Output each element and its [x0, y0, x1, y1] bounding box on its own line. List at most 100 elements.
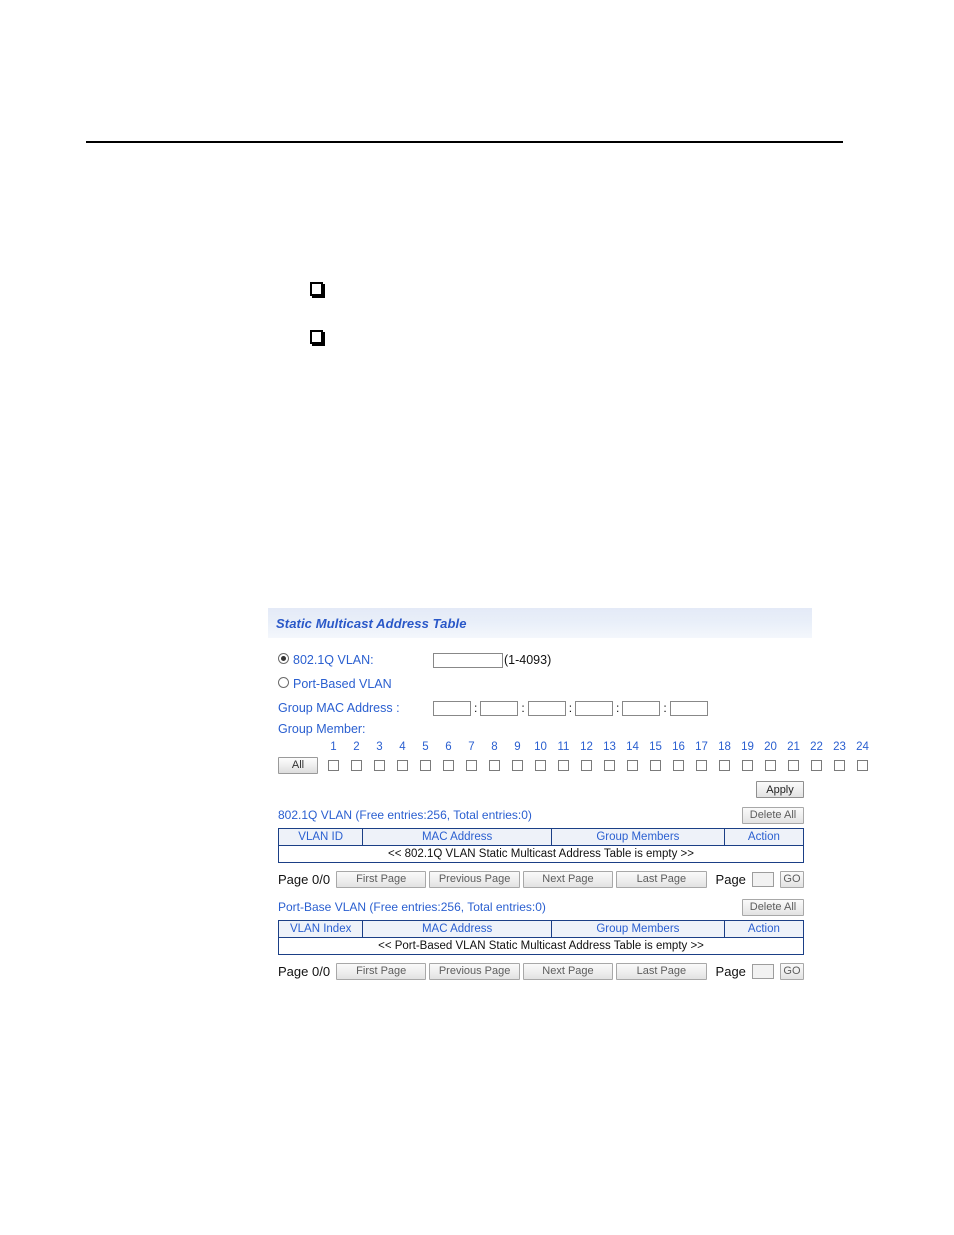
port-checkbox-23[interactable] — [834, 759, 845, 771]
port-number: 4 — [399, 741, 406, 753]
next-page-button-port-based[interactable]: Next Page — [522, 962, 614, 980]
port-checkbox-cell-21[interactable] — [782, 759, 805, 771]
port-checkbox-cell-12[interactable] — [575, 759, 598, 771]
port-checkbox-7[interactable] — [466, 759, 477, 771]
select-all-ports-button[interactable]: All — [278, 756, 318, 774]
port-number: 11 — [557, 741, 570, 753]
port-checkbox-cell-10[interactable] — [529, 759, 552, 771]
table-section-8021q: 802.1Q VLAN (Free entries:256, Total ent… — [268, 804, 812, 890]
table-empty-message-8021q: << 802.1Q VLAN Static Multicast Address … — [278, 845, 804, 863]
table-row: << Port-Based VLAN Static Multicast Addr… — [278, 937, 804, 955]
port-checkbox-cell-13[interactable] — [598, 759, 621, 771]
pagination-port-based: Page 0/0 First Page Previous Page Next P… — [278, 960, 805, 982]
port-checkbox-row: All — [278, 755, 868, 775]
port-checkbox-cell-2[interactable] — [345, 759, 368, 771]
mac-separator: : — [616, 701, 620, 715]
vlan-port-based-option[interactable]: Port-Based VLAN — [278, 677, 433, 691]
port-checkbox-10[interactable] — [535, 759, 546, 771]
port-checkbox-cell-9[interactable] — [506, 759, 529, 771]
go-button-port-based[interactable]: GO — [779, 962, 805, 980]
delete-all-button-port-based[interactable]: Delete All — [742, 898, 804, 916]
port-checkbox-cell-8[interactable] — [483, 759, 506, 771]
port-checkbox-19[interactable] — [742, 759, 753, 771]
port-checkbox-3[interactable] — [374, 759, 385, 771]
first-page-button-port-based[interactable]: First Page — [336, 962, 427, 980]
mac-octet-4[interactable] — [575, 700, 614, 716]
port-checkbox-cell-6[interactable] — [437, 759, 460, 771]
vlan-range-hint: (1-4093) — [504, 653, 552, 667]
port-checkbox-cell-18[interactable] — [713, 759, 736, 771]
port-checkbox-24[interactable] — [857, 759, 868, 771]
page-number-input-8021q[interactable] — [751, 871, 774, 887]
port-checkbox-12[interactable] — [581, 759, 592, 771]
port-checkbox-cell-15[interactable] — [644, 759, 667, 771]
port-checkbox-18[interactable] — [719, 759, 730, 771]
first-page-button-8021q[interactable]: First Page — [336, 870, 427, 888]
next-page-button-8021q[interactable]: Next Page — [522, 870, 614, 888]
table-caption-row: 802.1Q VLAN (Free entries:256, Total ent… — [278, 804, 804, 826]
vlan-8021q-row: 802.1Q VLAN: (1-4093) — [268, 648, 812, 672]
port-checkbox-cell-22[interactable] — [805, 759, 828, 771]
vlan-id-input[interactable] — [433, 652, 503, 668]
static-multicast-address-panel: Static Multicast Address Table 802.1Q VL… — [268, 608, 869, 986]
port-checkbox-15[interactable] — [650, 759, 661, 771]
table-caption-8021q: 802.1Q VLAN (Free entries:256, Total ent… — [278, 808, 532, 822]
port-checkbox-cell-4[interactable] — [391, 759, 414, 771]
port-checkbox-cell-16[interactable] — [667, 759, 690, 771]
port-checkbox-cell-11[interactable] — [552, 759, 575, 771]
last-page-button-port-based[interactable]: Last Page — [616, 962, 707, 980]
previous-page-button-port-based[interactable]: Previous Page — [429, 962, 520, 980]
port-checkbox-cell-3[interactable] — [368, 759, 391, 771]
port-checkbox-20[interactable] — [765, 759, 776, 771]
port-checkbox-cell-17[interactable] — [690, 759, 713, 771]
port-checkbox-22[interactable] — [811, 759, 822, 771]
page-status-8021q: Page 0/0 — [278, 871, 331, 887]
port-checkbox-cell-23[interactable] — [828, 759, 851, 771]
port-checkbox-17[interactable] — [696, 759, 707, 771]
port-number: 9 — [514, 741, 521, 753]
radio-8021q-vlan[interactable] — [278, 653, 289, 664]
radio-port-based-vlan[interactable] — [278, 677, 289, 688]
mac-octet-3[interactable] — [527, 700, 566, 716]
go-button-8021q[interactable]: GO — [779, 870, 805, 888]
page-number-input-port-based[interactable] — [751, 963, 774, 979]
mac-octet-2[interactable] — [480, 700, 519, 716]
port-checkbox-21[interactable] — [788, 759, 799, 771]
mac-separator: : — [568, 701, 573, 715]
port-number: 16 — [672, 741, 685, 753]
mac-separator: : — [521, 701, 525, 715]
vlan-8021q-option[interactable]: 802.1Q VLAN: — [278, 653, 433, 667]
table-header-row: VLAN Index MAC Address Group Members Act… — [277, 920, 805, 938]
port-checkbox-cell-7[interactable] — [460, 759, 483, 771]
last-page-button-8021q[interactable]: Last Page — [616, 870, 707, 888]
port-checkbox-cell-20[interactable] — [759, 759, 782, 771]
port-checkbox-cell-5[interactable] — [414, 759, 437, 771]
column-header-action: Action — [723, 920, 805, 938]
port-checkbox-5[interactable] — [420, 759, 431, 771]
port-checkbox-cell-24[interactable] — [851, 759, 874, 771]
table-empty-message-port-based: << Port-Based VLAN Static Multicast Addr… — [278, 937, 804, 955]
mac-octet-6[interactable] — [669, 700, 708, 716]
apply-button[interactable]: Apply — [756, 781, 804, 798]
port-checkbox-8[interactable] — [489, 759, 500, 771]
port-checkbox-cell-14[interactable] — [621, 759, 644, 771]
port-checkbox-13[interactable] — [604, 759, 615, 771]
port-checkbox-11[interactable] — [558, 759, 569, 771]
port-number: 21 — [787, 741, 800, 753]
port-checkbox-2[interactable] — [351, 759, 362, 771]
port-checkbox-14[interactable] — [627, 759, 638, 771]
port-checkbox-cell-19[interactable] — [736, 759, 759, 771]
port-checkbox-6[interactable] — [443, 759, 454, 771]
port-checkbox-cell-1[interactable] — [322, 759, 345, 771]
port-number: 17 — [695, 741, 708, 753]
port-number: 23 — [833, 741, 846, 753]
port-checkbox-9[interactable] — [512, 759, 523, 771]
port-number: 6 — [445, 741, 452, 753]
port-checkbox-1[interactable] — [328, 759, 339, 771]
previous-page-button-8021q[interactable]: Previous Page — [429, 870, 520, 888]
port-checkbox-4[interactable] — [397, 759, 408, 771]
mac-octet-1[interactable] — [433, 700, 471, 716]
mac-octet-5[interactable] — [622, 700, 661, 716]
port-checkbox-16[interactable] — [673, 759, 684, 771]
delete-all-button-8021q[interactable]: Delete All — [742, 806, 804, 824]
